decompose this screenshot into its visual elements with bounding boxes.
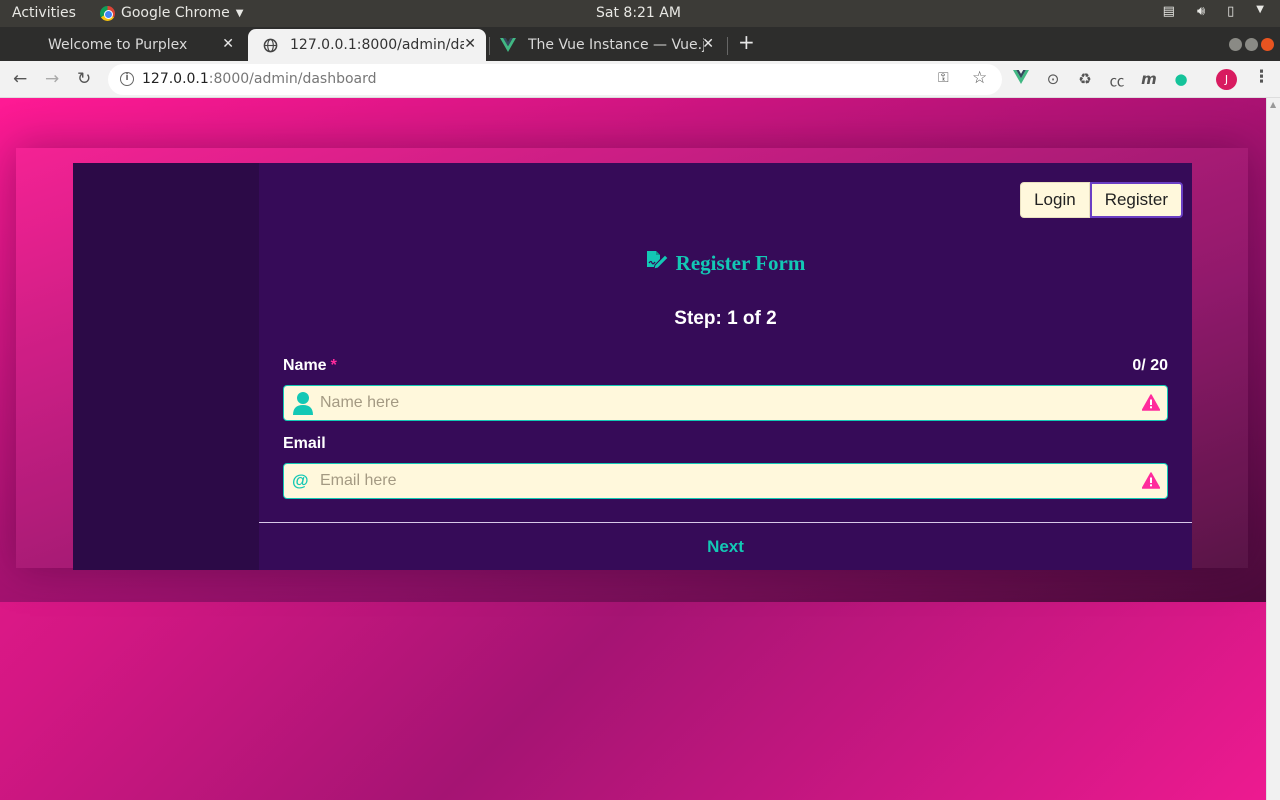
tab-title: 127.0.0.1:8000/admin/das (290, 37, 464, 53)
back-icon[interactable]: ← (13, 69, 27, 89)
user-icon (292, 391, 314, 415)
warning-icon (1141, 472, 1161, 489)
next-button[interactable]: Next (259, 537, 1192, 557)
vertical-scrollbar[interactable]: ▲ (1266, 98, 1280, 800)
scroll-up-icon[interactable]: ▲ (1270, 100, 1276, 109)
minimize-button[interactable] (1229, 38, 1242, 51)
register-button[interactable]: Register (1089, 182, 1183, 218)
form-title-text: Register Form (675, 250, 806, 275)
page-icon (20, 37, 36, 53)
system-top-bar: Activities Google Chrome ▼ Sat 8:21 AM ▤… (0, 0, 1280, 27)
clipboard-icon[interactable]: ▤ (1163, 4, 1175, 19)
url-text[interactable]: 127.0.0.1:8000/admin/dashboard (142, 71, 377, 87)
tab-admin-dashboard[interactable]: 127.0.0.1:8000/admin/das ✕ (248, 29, 486, 61)
email-field[interactable]: @ (283, 463, 1168, 499)
required-marker: * (330, 357, 337, 374)
close-icon[interactable]: ✕ (702, 36, 714, 52)
bookmark-star-icon[interactable]: ☆ (972, 68, 987, 88)
globe-icon (262, 37, 278, 53)
form-footer-divider (259, 522, 1192, 523)
tab-welcome-purplex[interactable]: Welcome to Purplex ✕ (6, 29, 244, 61)
browser-toolbar: ← → ↻ i 127.0.0.1:8000/admin/dashboard ⚿… (0, 61, 1280, 98)
tab-title: Welcome to Purplex (48, 37, 188, 53)
recycle-extension-icon[interactable]: ♻ (1075, 70, 1095, 88)
tab-title: The Vue Instance — Vue.js (528, 37, 704, 53)
vue-logo-icon (500, 37, 516, 53)
email-label: Email (283, 435, 326, 452)
site-info-icon[interactable]: i (120, 72, 134, 86)
chevron-down-icon: ▼ (235, 7, 244, 19)
close-icon[interactable]: ✕ (464, 36, 476, 52)
forward-icon[interactable]: → (45, 69, 59, 89)
activities-button[interactable]: Activities (12, 5, 76, 21)
browser-tab-strip: Welcome to Purplex ✕ 127.0.0.1:8000/admi… (0, 27, 1280, 61)
tray-menu-chevron-icon[interactable]: ▼ (1256, 4, 1264, 19)
cc-extension-icon[interactable]: ㏄ (1107, 70, 1127, 91)
tab-separator (727, 37, 728, 55)
battery-icon[interactable]: ▯ (1227, 4, 1234, 19)
name-label: Name * (283, 357, 337, 375)
app-menu[interactable]: Google Chrome ▼ (100, 5, 243, 21)
address-bar[interactable]: i 127.0.0.1:8000/admin/dashboard ⚿ ☆ (108, 64, 1002, 95)
volume-icon[interactable]: 🔊︎ (1197, 4, 1205, 19)
maximize-button[interactable] (1245, 38, 1258, 51)
new-tab-icon[interactable]: + (738, 30, 755, 54)
auth-card: Login Register Register Form Step: 1 of … (73, 163, 1192, 570)
profile-avatar[interactable]: J (1216, 69, 1237, 90)
hero-section: Login Register Register Form Step: 1 of … (0, 98, 1266, 602)
key-icon[interactable]: ⚿ (938, 70, 949, 86)
m-extension-icon[interactable]: m (1139, 70, 1159, 88)
page-viewport: Login Register Register Form Step: 1 of … (0, 98, 1266, 800)
more-menu-icon[interactable]: ⋮ (1253, 67, 1270, 87)
name-field[interactable] (283, 385, 1168, 421)
auth-toggle: Login Register (1020, 182, 1183, 218)
name-input[interactable] (320, 386, 1120, 419)
chrome-logo-icon (100, 5, 115, 21)
vue-devtools-extension-icon[interactable] (1011, 70, 1031, 88)
card-side-panel (73, 163, 259, 570)
window-controls (1229, 38, 1274, 51)
login-button[interactable]: Login (1020, 182, 1090, 218)
step-indicator: Step: 1 of 2 (674, 308, 777, 329)
clock[interactable]: Sat 8:21 AM (596, 5, 681, 21)
code-extension-icon[interactable]: ⊙ (1043, 70, 1063, 88)
close-icon[interactable]: ✕ (222, 36, 234, 52)
name-char-counter: 0/ 20 (1132, 357, 1168, 374)
close-window-button[interactable] (1261, 38, 1274, 51)
register-form-panel: Login Register Register Form Step: 1 of … (259, 163, 1192, 570)
at-sign-icon: @ (292, 471, 309, 490)
form-title: Register Form (259, 249, 1192, 277)
system-tray[interactable]: ▤ 🔊︎ ▯ ▼ (1163, 4, 1264, 19)
grammarly-extension-icon[interactable]: ● (1171, 70, 1191, 88)
tab-vue-instance[interactable]: The Vue Instance — Vue.js ✕ (486, 29, 724, 61)
email-input[interactable] (320, 464, 1120, 497)
url-path: :8000/admin/dashboard (208, 71, 377, 87)
edit-document-icon (646, 249, 670, 277)
app-menu-label: Google Chrome (121, 5, 230, 21)
url-host: 127.0.0.1 (142, 71, 209, 87)
warning-icon (1141, 394, 1161, 411)
reload-icon[interactable]: ↻ (77, 69, 91, 89)
name-label-text: Name (283, 357, 327, 374)
